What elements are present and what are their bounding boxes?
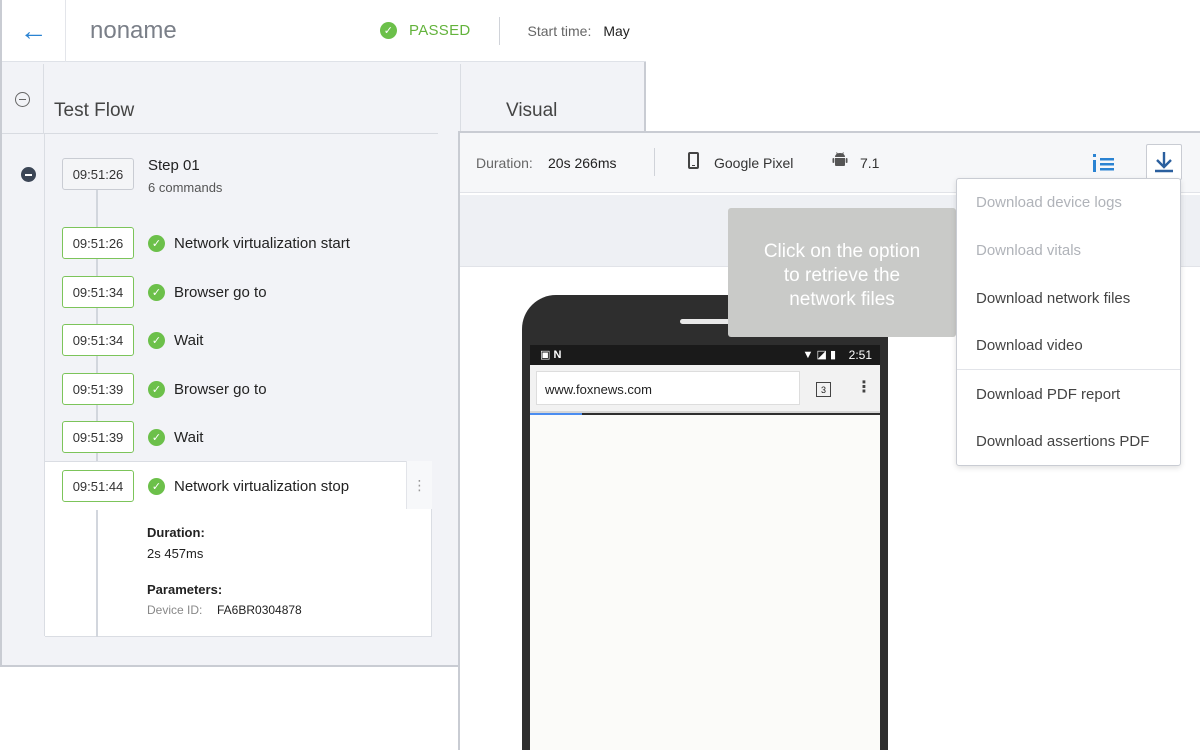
more-options-icon[interactable]: ⋮ <box>406 461 432 509</box>
tab-count-icon[interactable]: 3 <box>816 382 831 397</box>
check-circle-icon: ✓ <box>148 478 165 495</box>
notification-icons: ▣ N <box>540 349 562 361</box>
device-screen[interactable] <box>530 415 880 750</box>
timeline-line <box>96 510 98 637</box>
phone-status-bar: ▣ N ▼ ◪ ▮ 2:51 <box>530 345 880 365</box>
command-label[interactable]: Wait <box>174 429 203 446</box>
status-text: PASSED <box>409 22 471 39</box>
test-flow-header: Test Flow <box>2 64 438 134</box>
download-video-item[interactable]: Download video <box>957 322 1180 369</box>
visual-title: Visual <box>506 100 558 121</box>
back-button[interactable]: ← <box>2 0 66 62</box>
start-time-value: May <box>603 22 630 39</box>
download-vitals-item[interactable]: Download vitals <box>957 227 1180 274</box>
command-time-box: 09:51:34 <box>62 276 134 308</box>
device-frame: ▣ N ▼ ◪ ▮ 2:51 www.foxnews.com 3 ⋮ <box>522 295 888 750</box>
smartphone-icon <box>688 152 699 169</box>
menu-divider <box>957 369 1180 370</box>
step-time-box: 09:51:26 <box>62 158 134 190</box>
parameters-label: Parameters: <box>147 582 223 597</box>
download-network-files-item[interactable]: Download network files <box>957 275 1180 322</box>
command-label[interactable]: Network virtualization stop <box>174 478 349 495</box>
signal-battery-icons: ▼ ◪ ▮ <box>802 349 836 361</box>
start-time-label: Start time: <box>527 22 592 39</box>
page-title: noname <box>90 16 177 44</box>
collapse-circle-icon <box>15 91 30 107</box>
hint-tooltip: Click on the option to retrieve the netw… <box>728 208 970 337</box>
info-divider <box>654 148 655 176</box>
command-time-box: 09:51:26 <box>62 227 134 259</box>
command-time-box: 09:51:39 <box>62 373 134 405</box>
device-name: Google Pixel <box>714 155 794 171</box>
url-bar[interactable]: www.foxnews.com <box>536 371 800 405</box>
check-circle-icon: ✓ <box>148 235 165 252</box>
command-label[interactable]: Network virtualization start <box>174 235 350 252</box>
phone-clock: 2:51 <box>848 348 872 362</box>
command-list-button[interactable] <box>1088 147 1120 179</box>
android-icon <box>832 152 848 166</box>
command-time-box: 09:51:39 <box>62 421 134 453</box>
command-time-box: 09:51:34 <box>62 324 134 356</box>
device-id-value: FA6BR0304878 <box>217 603 302 617</box>
tooltip-line: to retrieve the <box>783 265 901 286</box>
download-device-logs-item[interactable]: Download device logs <box>957 179 1180 226</box>
duration-value: 2s 457ms <box>147 546 204 561</box>
download-menu: Download device logs Download vitals Dow… <box>956 178 1181 466</box>
collapse-step-icon[interactable] <box>21 167 36 182</box>
status-badge: ✓ PASSED <box>380 22 471 39</box>
tooltip-line: network files <box>789 289 895 310</box>
check-circle-icon: ✓ <box>148 284 165 301</box>
command-label[interactable]: Browser go to <box>174 284 267 301</box>
step-command-count: 6 commands <box>148 180 223 195</box>
step-name[interactable]: Step 01 <box>148 157 200 174</box>
download-icon <box>1155 152 1173 173</box>
header-divider <box>498 16 500 45</box>
test-flow-title: Test Flow <box>54 100 135 121</box>
report-header: ← noname ✓ PASSED Start time: May <box>2 0 646 62</box>
test-flow-body: 09:51:26 Step 01 6 commands ⋮ 09:51:26 ✓… <box>2 134 460 667</box>
browser-menu-icon[interactable]: ⋮ <box>856 377 872 397</box>
numbered-list-icon <box>1093 154 1114 172</box>
browser-toolbar: www.foxnews.com 3 ⋮ <box>530 365 880 413</box>
command-time-box: 09:51:44 <box>62 470 134 502</box>
download-pdf-report-item[interactable]: Download PDF report <box>957 371 1180 418</box>
duration-label: Duration: <box>476 155 533 171</box>
tooltip-line: Click on the option <box>763 241 921 262</box>
check-circle-icon: ✓ <box>148 332 165 349</box>
duration-label: Duration: <box>147 525 205 540</box>
command-label[interactable]: Wait <box>174 332 203 349</box>
command-label[interactable]: Browser go to <box>174 381 267 398</box>
collapse-all-button[interactable] <box>2 64 44 134</box>
device-id-key: Device ID: <box>147 603 203 617</box>
panel-divider <box>460 64 461 134</box>
check-circle-icon: ✓ <box>148 381 165 398</box>
arrow-left-icon: ← <box>19 14 48 46</box>
duration-value: 20s 266ms <box>548 155 617 171</box>
download-button[interactable] <box>1146 144 1182 180</box>
check-circle-icon: ✓ <box>148 429 165 446</box>
check-circle-icon: ✓ <box>380 22 397 39</box>
os-version: 7.1 <box>860 155 880 171</box>
download-assertions-pdf-item[interactable]: Download assertions PDF <box>957 418 1180 465</box>
speaker-grille <box>680 319 734 324</box>
